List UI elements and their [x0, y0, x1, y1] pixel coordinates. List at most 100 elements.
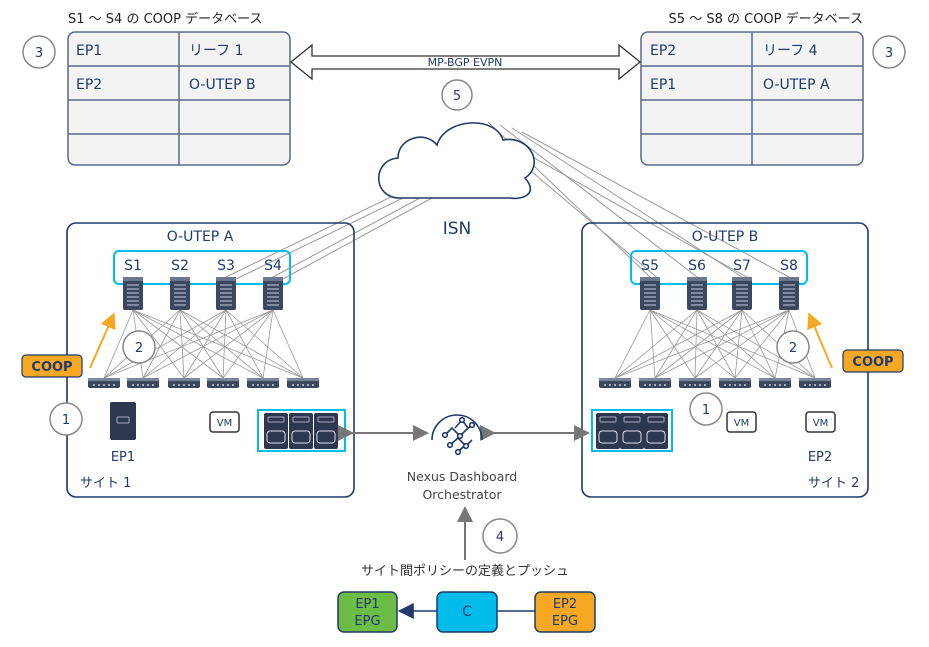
spine-label: S8 — [780, 258, 798, 274]
spine-label: S4 — [264, 258, 282, 274]
svg-text:2: 2 — [135, 341, 143, 356]
svg-text:EP1: EP1 — [355, 597, 379, 612]
step-2-right: 2 — [776, 330, 810, 364]
fabric-link — [183, 309, 227, 379]
leaf-switch-icon — [88, 378, 120, 388]
vm-icon: VM — [726, 411, 757, 433]
ep1-server-icon — [110, 402, 136, 440]
diagram: S1 ～ S4 の COOP データベース EP1 リーフ 1 EP2 O-UT… — [21, 11, 906, 633]
ep1-epg-box: EP1 EPG — [337, 591, 398, 633]
leaf-switch-icon — [719, 378, 751, 388]
leaf-switch-icon — [207, 378, 239, 388]
fabric-link — [614, 309, 698, 379]
ndo-label-line1: Nexus Dashboard — [407, 469, 517, 484]
svg-text:COOP: COOP — [31, 360, 72, 375]
fabric-link — [222, 309, 227, 379]
right-db-cell: O-UTEP A — [763, 77, 830, 93]
leaf-switch-icon — [247, 378, 279, 388]
ep1-label: EP1 — [111, 450, 135, 465]
coop-arrow-right — [807, 312, 833, 369]
spine-switch-icon — [639, 276, 661, 311]
svg-text:3: 3 — [35, 46, 43, 61]
leaf-switch-icon — [679, 378, 711, 388]
leaf-switch-icon — [759, 378, 791, 388]
site1-label: サイト 1 — [80, 476, 131, 491]
svg-text:C: C — [462, 604, 472, 620]
vm-icon: VM — [209, 411, 240, 433]
left-db-title: S1 ～ S4 の COOP データベース — [68, 11, 262, 27]
svg-text:1: 1 — [62, 413, 70, 428]
svg-text:2: 2 — [789, 341, 797, 356]
step-3-left: 3 — [22, 35, 56, 69]
ndo-icon — [431, 414, 483, 456]
apic-cluster-right — [591, 409, 673, 452]
fabric-link — [179, 309, 224, 379]
svg-text:4: 4 — [496, 530, 504, 545]
right-db-cell: EP2 — [650, 43, 676, 59]
coop-arrow-left — [89, 312, 116, 369]
spine-switch-icon — [169, 276, 191, 311]
svg-text:3: 3 — [885, 46, 893, 61]
leaf-switch-icon — [287, 378, 319, 388]
ep2-epg-box: EP2 EPG — [534, 591, 596, 633]
left-db-table: EP1 リーフ 1 EP2 O-UTEP B — [67, 31, 291, 166]
fabric-link — [614, 309, 651, 379]
ep2-label: EP2 — [808, 450, 832, 465]
fabric-link — [741, 309, 776, 379]
svg-text:VM: VM — [217, 418, 232, 429]
leaf-switch-icon — [599, 378, 631, 388]
svg-text:VM: VM — [813, 418, 828, 429]
spine-label: S2 — [171, 258, 189, 274]
spine-label: S5 — [641, 258, 659, 274]
fabric-link — [694, 309, 698, 379]
step-1-right: 1 — [689, 392, 723, 426]
svg-text:EPG: EPG — [552, 614, 578, 629]
ndo-label-line2: Orchestrator — [422, 487, 502, 502]
spine-switch-icon — [686, 276, 708, 311]
step-5: 5 — [441, 79, 473, 111]
spine-label: S7 — [733, 258, 751, 274]
svg-text:VM: VM — [734, 418, 749, 429]
right-db-cell: EP1 — [650, 77, 676, 93]
right-db-title: S5 ～ S8 の COOP データベース — [669, 11, 863, 27]
fabric-link — [179, 309, 185, 379]
site1-utep-label: O-UTEP A — [167, 229, 234, 245]
fabric-link — [649, 309, 656, 379]
right-db-table: EP2 リーフ 4 EP1 O-UTEP A — [640, 31, 864, 166]
svg-text:COOP: COOP — [852, 355, 893, 370]
fabric-link — [614, 309, 743, 379]
policy-caption: サイト間ポリシーの定義とプッシュ — [361, 563, 569, 579]
svg-text:5: 5 — [453, 89, 461, 104]
spine-label: S6 — [688, 258, 706, 274]
leaf-switch-icon — [168, 378, 200, 388]
leaf-switch-icon — [799, 378, 831, 388]
isn-label: ISN — [443, 219, 472, 239]
coop-badge-right: COOP — [842, 349, 904, 373]
fabric-link — [179, 309, 264, 379]
fabric-link — [654, 309, 698, 379]
left-db-cell: リーフ 1 — [189, 43, 244, 59]
spine-switch-icon — [122, 276, 144, 311]
step-4: 4 — [482, 518, 518, 554]
leaf-switch-icon — [639, 378, 671, 388]
fabric-link — [649, 309, 696, 379]
spine-switch-icon — [215, 276, 237, 311]
evpn-label: MP-BGP EVPN — [428, 56, 503, 69]
site2-label: サイト 2 — [808, 476, 859, 491]
spine-switch-icon — [262, 276, 284, 311]
spine-switch-icon — [778, 276, 800, 311]
spine-label: S1 — [124, 258, 142, 274]
apic-cluster-left — [257, 409, 346, 452]
coop-badge-left: COOP — [21, 354, 83, 378]
left-db-cell: O-UTEP B — [189, 77, 256, 93]
spine-label: S3 — [217, 258, 235, 274]
left-db-cell: EP1 — [76, 43, 102, 59]
step-1-left: 1 — [49, 402, 83, 436]
step-2-left: 2 — [122, 330, 156, 364]
right-db-cell: リーフ 4 — [763, 43, 818, 59]
svg-text:EP2: EP2 — [553, 597, 577, 612]
isn-cloud-icon — [377, 122, 535, 200]
svg-text:1: 1 — [702, 403, 710, 418]
left-db-cell: EP2 — [76, 77, 102, 93]
vm-icon: VM — [805, 411, 836, 433]
